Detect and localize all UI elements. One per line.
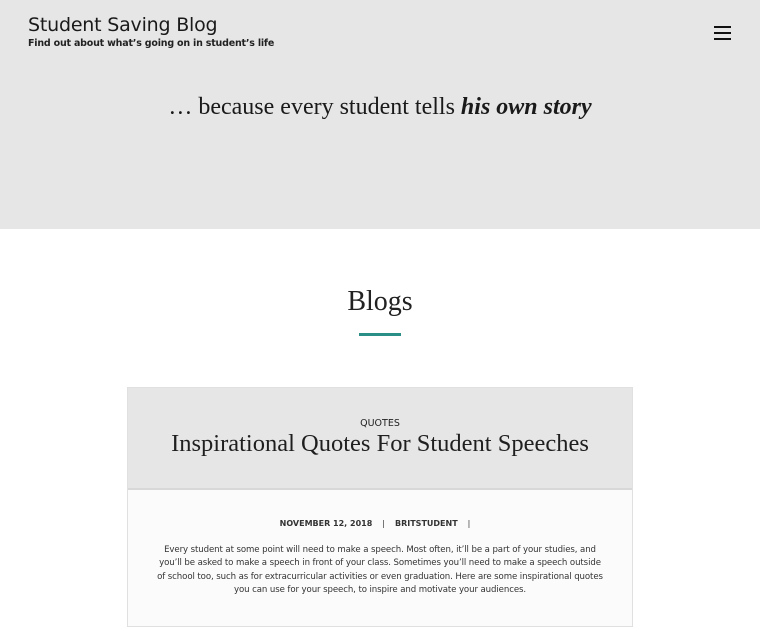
post-title-link[interactable]: Inspirational Quotes For Student Speeche…: [128, 430, 632, 458]
menu-toggle-button[interactable]: [714, 26, 732, 40]
hero-quote-emphasis: his own story: [460, 94, 592, 120]
section-title: Blogs: [347, 286, 413, 317]
blog-post-card: QUOTES Inspirational Quotes For Student …: [127, 387, 633, 627]
post-meta: NOVEMBER 12, 2018 | BRITSTUDENT |: [128, 519, 632, 528]
post-header: QUOTES Inspirational Quotes For Student …: [128, 388, 632, 490]
meta-separator: |: [467, 519, 471, 528]
hero-quote-text: … because every student tells: [168, 94, 461, 120]
hamburger-menu-icon: [714, 26, 731, 28]
post-category-link[interactable]: QUOTES: [128, 418, 632, 429]
section-title-underline: [359, 333, 401, 336]
meta-separator: |: [382, 519, 385, 528]
site-header: Student Saving Blog Find out about what’…: [0, 0, 760, 229]
post-excerpt: Every student at some point will need to…: [157, 545, 603, 596]
post-author-link[interactable]: BRITSTUDENT: [395, 519, 458, 528]
site-title[interactable]: Student Saving Blog: [28, 14, 218, 36]
post-date-link[interactable]: NOVEMBER 12, 2018: [280, 519, 373, 528]
hero-quote: … because every student tells his own st…: [0, 94, 760, 121]
site-tagline: Find out about what’s going on in studen…: [28, 38, 275, 49]
